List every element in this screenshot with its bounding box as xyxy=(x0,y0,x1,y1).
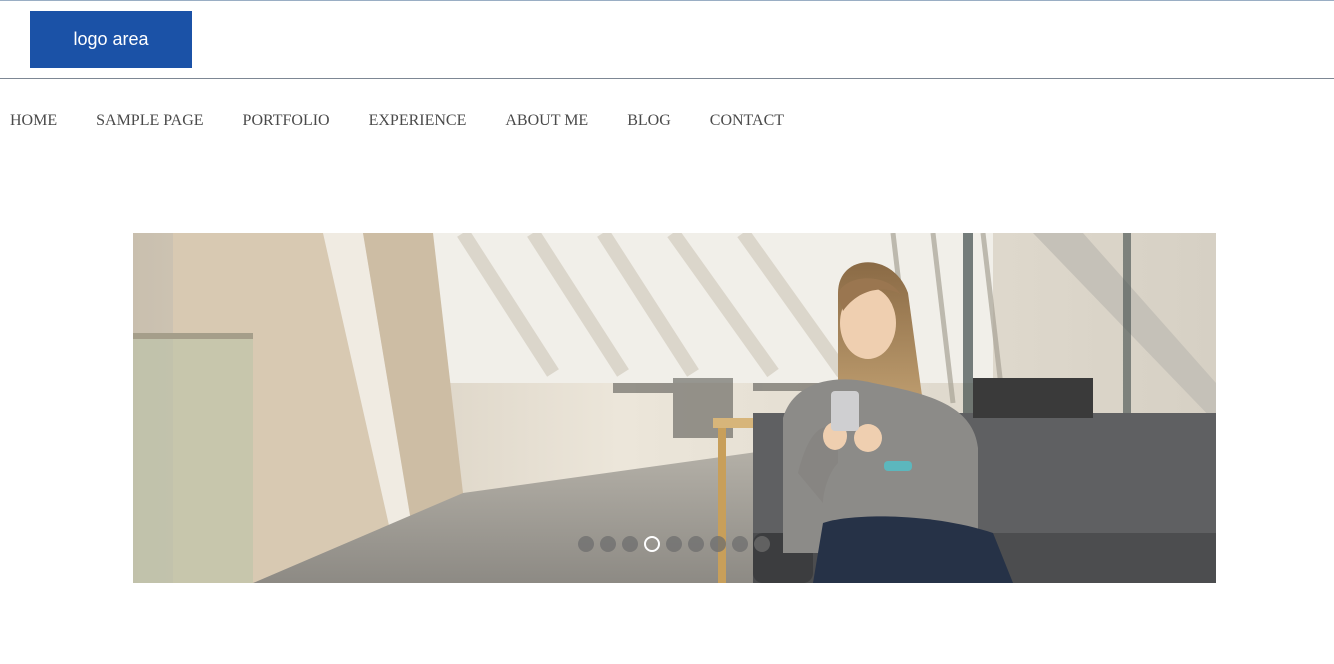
slide-dot-5[interactable] xyxy=(666,536,682,552)
slide-image xyxy=(133,233,1216,583)
main-nav: HOME SAMPLE PAGE PORTFOLIO EXPERIENCE AB… xyxy=(10,111,823,131)
slide-dot-6[interactable] xyxy=(688,536,704,552)
slide-dot-8[interactable] xyxy=(732,536,748,552)
nav-item-experience[interactable]: EXPERIENCE xyxy=(369,111,467,131)
slide-dot-9[interactable] xyxy=(754,536,770,552)
slide-dot-1[interactable] xyxy=(578,536,594,552)
nav-item-blog[interactable]: BLOG xyxy=(627,111,671,131)
nav-item-contact[interactable]: CONTACT xyxy=(710,111,784,131)
hero-slider[interactable] xyxy=(133,233,1216,583)
nav-item-about-me[interactable]: ABOUT ME xyxy=(505,111,588,131)
slide-dot-7[interactable] xyxy=(710,536,726,552)
page: logo area HOME SAMPLE PAGE PORTFOLIO EXP… xyxy=(0,0,1334,664)
nav-item-home[interactable]: HOME xyxy=(10,111,57,131)
nav-item-portfolio[interactable]: PORTFOLIO xyxy=(243,111,330,131)
slide-dot-3[interactable] xyxy=(622,536,638,552)
nav-item-sample-page[interactable]: SAMPLE PAGE xyxy=(96,111,203,131)
slide-dot-2[interactable] xyxy=(600,536,616,552)
logo[interactable]: logo area xyxy=(30,11,192,68)
slide-dot-4[interactable] xyxy=(644,536,660,552)
site-header: logo area xyxy=(0,1,1334,79)
logo-text: logo area xyxy=(73,29,149,49)
slider-pagination xyxy=(578,536,770,552)
